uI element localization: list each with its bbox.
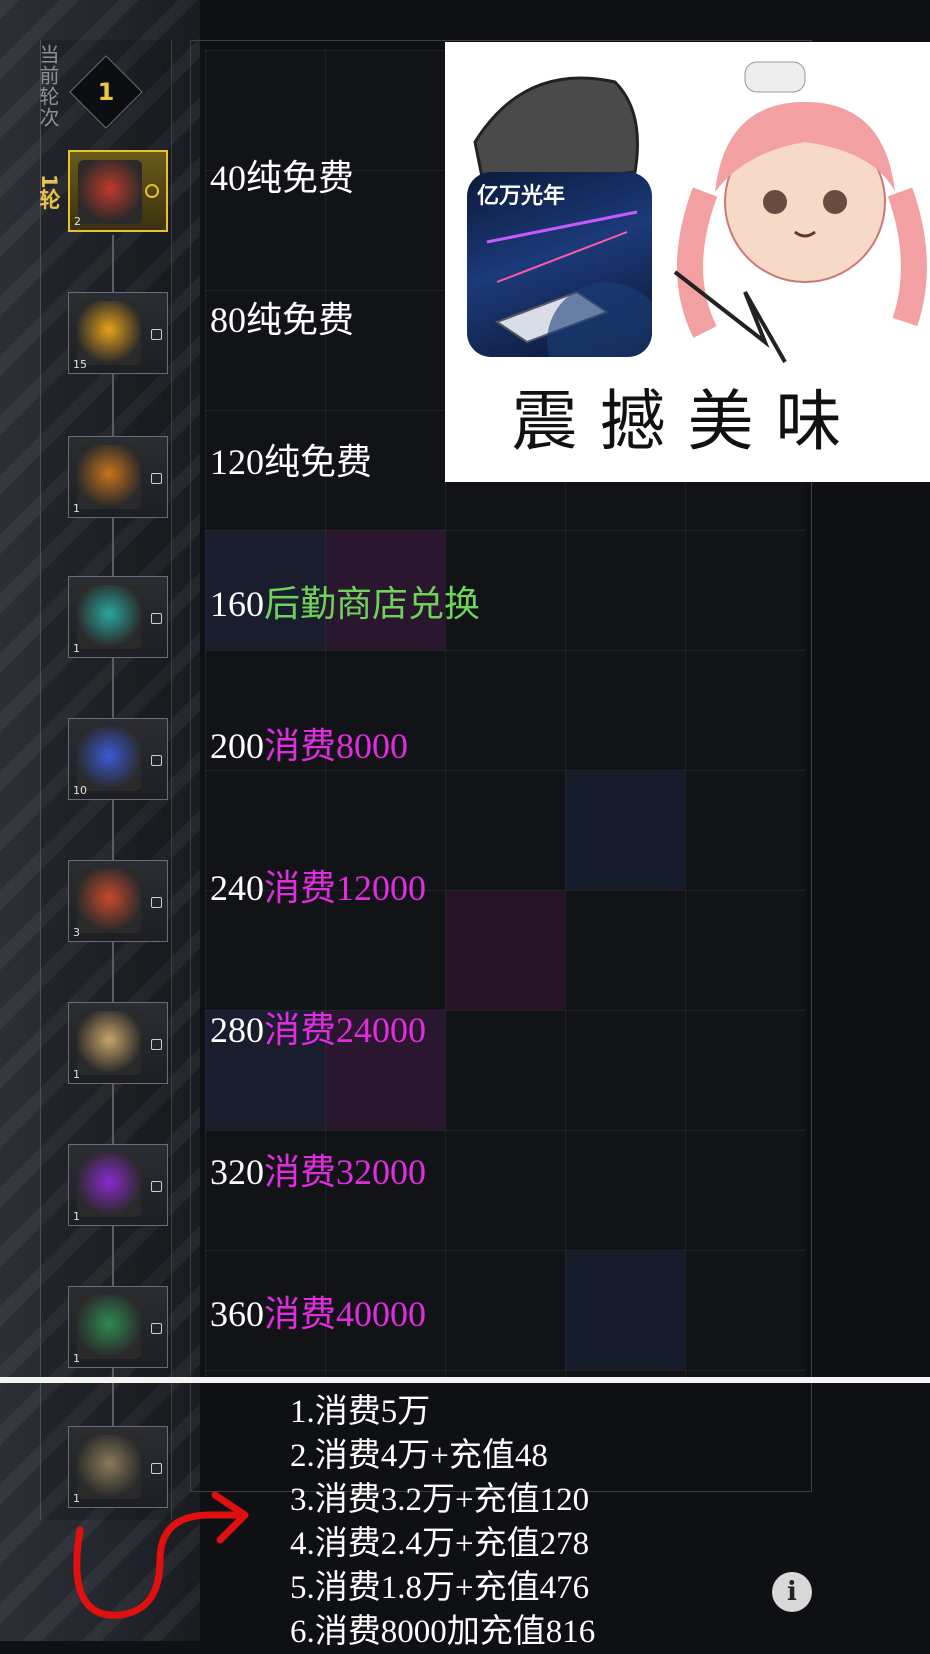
- tier-requirement: 消费32000: [264, 1152, 427, 1192]
- reward-item[interactable]: 2: [68, 150, 168, 232]
- tier-annotation: 160后勤商店兑换: [210, 584, 480, 624]
- unlock-condition: 6.消费8000加充值816: [290, 1614, 596, 1650]
- reward-item[interactable]: 1: [68, 436, 168, 518]
- tier-value: 320: [210, 1152, 264, 1192]
- lock-icon: [151, 613, 162, 624]
- tier-requirement: 消费12000: [264, 868, 427, 908]
- lock-icon: [151, 473, 162, 484]
- reward-count: 15: [73, 358, 87, 371]
- round-number: 1: [97, 78, 115, 106]
- tier-value: 240: [210, 868, 264, 908]
- selected-indicator-icon: [145, 184, 159, 198]
- reward-count: 1: [73, 1068, 80, 1081]
- reward-item[interactable]: 1: [68, 1286, 168, 1368]
- game-app-icon: 亿万光年: [467, 172, 652, 357]
- tier-requirement: 消费40000: [264, 1294, 427, 1334]
- tier-requirement: 纯免费: [264, 442, 373, 482]
- lock-icon: [151, 1323, 162, 1334]
- section-divider: [0, 1377, 930, 1383]
- tier-annotation: 40纯免费: [210, 158, 354, 198]
- unlock-condition: 4.消费2.4万+充值278: [290, 1526, 590, 1562]
- reward-crate-icon: [77, 727, 141, 791]
- lock-icon: [151, 329, 162, 340]
- lock-icon: [151, 1463, 162, 1474]
- reward-count: 1: [73, 1210, 80, 1223]
- reward-crate-icon: [77, 1153, 141, 1217]
- reward-count: 2: [74, 215, 81, 228]
- tier-requirement: 消费24000: [264, 1010, 427, 1050]
- reward-count: 1: [73, 502, 80, 515]
- reward-count: 1: [73, 642, 80, 655]
- unlock-conditions-list: 1.消费5万 2.消费4万+充值48 3.消费3.2万+充值120 4.消费2.…: [290, 1390, 595, 1654]
- reward-crate-icon: [77, 1011, 141, 1075]
- tier-annotation: 280消费24000: [210, 1010, 426, 1050]
- unlock-condition: 3.消费3.2万+充值120: [290, 1482, 590, 1518]
- reward-crate-icon: [77, 301, 141, 365]
- tier-value: 120: [210, 442, 264, 482]
- tier-annotation: 240消费12000: [210, 868, 426, 908]
- reward-count: 1: [73, 1352, 80, 1365]
- reward-item[interactable]: 1: [68, 1144, 168, 1226]
- tier-annotation: 360消费40000: [210, 1294, 426, 1334]
- tier-value: 40: [210, 158, 246, 198]
- meme-caption: 震撼美味: [511, 383, 864, 460]
- lock-icon: [151, 755, 162, 766]
- reward-count: 3: [73, 926, 80, 939]
- tier-annotation: 320消费32000: [210, 1152, 426, 1192]
- reward-item[interactable]: 10: [68, 718, 168, 800]
- tier-value: 360: [210, 1294, 264, 1334]
- tier-value: 160: [210, 584, 264, 624]
- tier-requirement: 后勤商店兑换: [264, 584, 481, 624]
- unlock-condition: 1.消费5万: [290, 1394, 431, 1430]
- tier-requirement: 纯免费: [246, 158, 355, 198]
- tier-value: 80: [210, 300, 246, 340]
- meme-sticker: 亿万光年 震撼美味: [445, 42, 930, 482]
- reward-item[interactable]: 3: [68, 860, 168, 942]
- spaceship-icon: [486, 210, 652, 357]
- lock-icon: [151, 1181, 162, 1192]
- reward-count: 10: [73, 784, 87, 797]
- reward-crate-icon: [77, 1295, 141, 1359]
- current-round-label: 当前轮次: [36, 44, 60, 128]
- tier-value: 280: [210, 1010, 264, 1050]
- tier-annotation: 200消费8000: [210, 726, 408, 766]
- tier-value: 200: [210, 726, 264, 766]
- lock-icon: [151, 897, 162, 908]
- reward-crate-icon: [77, 869, 141, 933]
- tier-annotation: 120纯免费: [210, 442, 372, 482]
- reward-crate-icon: [78, 160, 142, 224]
- tier-requirement: 纯免费: [246, 300, 355, 340]
- reward-item[interactable]: 1: [68, 576, 168, 658]
- track-connector: [112, 235, 114, 1435]
- info-icon[interactable]: i: [772, 1572, 812, 1612]
- reward-item[interactable]: 1: [68, 1002, 168, 1084]
- reward-crate-icon: [77, 585, 141, 649]
- reward-item[interactable]: 15: [68, 292, 168, 374]
- red-arrow-annotation: [73, 1491, 249, 1619]
- current-round-marker: 1轮: [37, 174, 61, 210]
- tier-requirement: 消费8000: [264, 726, 409, 766]
- unlock-condition: 2.消费4万+充值48: [290, 1438, 548, 1474]
- tier-annotation: 80纯免费: [210, 300, 354, 340]
- lock-icon: [151, 1039, 162, 1050]
- reward-crate-icon: [77, 445, 141, 509]
- unlock-condition: 5.消费1.8万+充值476: [290, 1570, 590, 1606]
